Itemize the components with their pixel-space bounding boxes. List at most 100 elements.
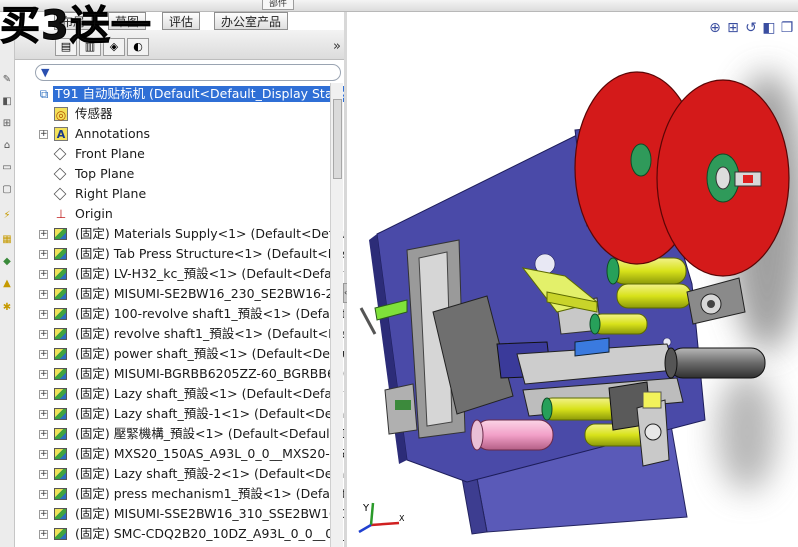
tree-item-label: (固定) SMC-CDQ2B20_10DZ_A93L_0_0__0__Cl [75, 526, 345, 541]
expand-toggle-icon[interactable]: + [39, 250, 48, 259]
tree-item-label: (固定) 100-revolve shaft1_預設<1> (Default< [75, 306, 345, 321]
tree-item-label: (固定) Tab Press Structure<1> (Default<Def [75, 246, 345, 261]
part-icon [54, 328, 67, 340]
tree-root-label: T91 自动贴标机 (Default<Default_Display State… [53, 86, 345, 102]
left-toolbar: ✎ ◧ ⊞ ⌂ ▭ ▢ ⚡ ▦ ◆ ▲ ✱ [0, 40, 15, 547]
tree-scrollbar[interactable] [330, 83, 343, 547]
expand-toggle-icon[interactable]: + [39, 370, 48, 379]
expand-toggle-icon[interactable]: + [39, 290, 48, 299]
tool-icon[interactable]: ⚡ [1, 210, 13, 222]
tool-icon[interactable]: ▢ [1, 184, 13, 196]
tree-item[interactable]: + (固定) Lazy shaft_預設<1> (Default<Default_… [35, 384, 345, 404]
part-icon [54, 488, 67, 500]
triad-x-label: X [399, 514, 405, 523]
plane-icon [53, 187, 67, 201]
expand-toggle-icon[interactable]: + [39, 270, 48, 279]
part-icon [54, 248, 67, 260]
tree-item-label: Right Plane [75, 186, 147, 201]
tree-item[interactable]: + (固定) MISUMI-SSE2BW16_310_SSE2BW16-3 [35, 504, 345, 524]
tool-icon[interactable]: ✱ [1, 302, 13, 314]
tool-icon[interactable]: ▦ [1, 234, 13, 246]
tree-item[interactable]: + (固定) Tab Press Structure<1> (Default<De… [35, 244, 345, 264]
tool-icon[interactable]: ▲ [1, 278, 13, 290]
tree-item[interactable]: + (固定) Lazy shaft_預設-1<1> (Default<Defaul [35, 404, 345, 424]
tree-item[interactable]: Right Plane [35, 184, 345, 204]
tree-item-label: Origin [75, 206, 113, 221]
plane-icon [53, 147, 67, 161]
expand-toggle-icon[interactable]: + [39, 310, 48, 319]
promo-overlay-text: 买3送一 [0, 3, 152, 49]
tree-item-label: (固定) revolve shaft1_預設<1> (Default<Defa [75, 326, 345, 341]
tree-item[interactable]: + (固定) LV-H32_kc_預設<1> (Default<Default_ [35, 264, 345, 284]
tree-item[interactable]: Front Plane [35, 144, 345, 164]
tree-item[interactable]: + (固定) SMC-CDQ2B20_10DZ_A93L_0_0__0__Cl [35, 524, 345, 544]
part-icon [54, 348, 67, 360]
part-icon [54, 288, 67, 300]
filter-icon[interactable]: ▼ [41, 66, 49, 80]
tool-icon[interactable]: ▭ [1, 162, 13, 174]
label-reels [574, 71, 790, 277]
scrollbar-thumb[interactable] [333, 99, 342, 179]
tree-item[interactable]: + A Annotations [35, 124, 345, 144]
expand-toggle-icon[interactable]: + [39, 490, 48, 499]
tree-root-assembly[interactable]: ⧉ T91 自动贴标机 (Default<Default_Display Stat… [35, 84, 345, 104]
tree-item-label: (固定) Lazy shaft_預設-1<1> (Default<Defaul [75, 406, 345, 421]
tree-item[interactable]: + (固定) Materials Supply<1> (Default<Defau… [35, 224, 345, 244]
tool-icon[interactable]: ◆ [1, 256, 13, 268]
tree-item[interactable]: + (固定) revolve shaft1_預設<1> (Default<Defa [35, 324, 345, 344]
expand-toggle-icon[interactable]: + [39, 410, 48, 419]
tree-item[interactable]: + (固定) 壓緊機構_預設<1> (Default<Default_Di [35, 424, 345, 444]
expand-toggle-icon[interactable]: + [39, 390, 48, 399]
tree-item[interactable]: Top Plane [35, 164, 345, 184]
topbar-tab[interactable]: 部件 [262, 0, 295, 10]
expand-toggle-icon[interactable]: + [39, 510, 48, 519]
expand-panel-icon[interactable]: » [333, 40, 341, 53]
tree-item-label: (固定) MXS20_150AS_A93L_0_0__MXS20-150. [75, 446, 345, 461]
triad-y-label: Y [362, 503, 370, 514]
tool-icon[interactable]: ⌂ [1, 140, 13, 152]
tree-item-label: (固定) Lazy shaft_預設-2<1> (Default<Defaul [75, 466, 345, 481]
origin-icon: ⊥ [55, 207, 67, 221]
tab-office-products[interactable]: 办公室产品 [214, 12, 289, 30]
tree-item-label: (固定) MISUMI-SSE2BW16_310_SSE2BW16-3 [75, 506, 345, 521]
expand-toggle-icon[interactable]: + [39, 530, 48, 539]
tree-item-label: (固定) MISUMI-SE2BW16_230_SE2BW16-230 [75, 286, 345, 301]
expand-toggle-icon[interactable]: + [39, 430, 48, 439]
tree-item-label: (固定) power shaft_預設<1> (Default<Defaul [75, 346, 345, 361]
x-axis-arrow [370, 521, 400, 527]
graphics-area[interactable]: ⊕ ⊞ ↺ ◧ ❐ Y X [347, 12, 798, 547]
tree-item[interactable]: + (固定) MISUMI-SE2BW16_230_SE2BW16-230 [35, 284, 345, 304]
tree-item[interactable]: ◎ 传感器 [35, 104, 345, 124]
tree-item-label: (固定) 壓緊機構_預設<1> (Default<Default_Di [75, 426, 345, 441]
tree-item[interactable]: + (固定) MXS20_150AS_A93L_0_0__MXS20-150. [35, 444, 345, 464]
z-axis-arrow [358, 523, 372, 534]
expand-toggle-icon[interactable]: + [39, 350, 48, 359]
tree-filter-input[interactable]: ▼ [35, 64, 341, 81]
tree-item[interactable]: ⊥ Origin [35, 204, 345, 224]
tool-icon[interactable]: ⊞ [1, 118, 13, 130]
expand-toggle-icon[interactable]: + [39, 130, 48, 139]
expand-toggle-icon[interactable]: + [39, 450, 48, 459]
tool-icon[interactable]: ✎ [1, 74, 13, 86]
expand-toggle-icon[interactable]: + [39, 330, 48, 339]
tree-item[interactable]: + (固定) 100-revolve shaft1_預設<1> (Default< [35, 304, 345, 324]
tab-evaluate[interactable]: 评估 [162, 12, 201, 30]
tree-item[interactable]: + (固定) Lazy shaft_預設-2<1> (Default<Defaul [35, 464, 345, 484]
tree-item[interactable]: + (固定) power shaft_預設<1> (Default<Defaul [35, 344, 345, 364]
part-icon [54, 308, 67, 320]
tool-icon[interactable]: ◧ [1, 96, 13, 108]
assembly-model[interactable] [347, 12, 798, 547]
feature-manager-panel: ▤ ▥ ◈ ◐ » ▼ ⧉ T91 自动贴标机 (Default<Default_… [15, 30, 345, 547]
expand-toggle-icon[interactable]: + [39, 230, 48, 239]
tree-item-label: Front Plane [75, 146, 145, 161]
tree-item[interactable]: + (固定) press mechanism1_預設<1> (Default< [35, 484, 345, 504]
solidworks-window: 部件 买3送一 布局 草图 评估 办公室产品 ✎ ◧ ⊞ ⌂ ▭ ▢ ⚡ ▦ ◆… [0, 0, 798, 547]
sensor-icon: ◎ [54, 107, 68, 122]
expand-toggle-icon[interactable]: + [39, 470, 48, 479]
part-icon [54, 528, 67, 540]
part-icon [54, 448, 67, 460]
tree-item[interactable]: + (固定) MISUMI-BGRBB6205ZZ-60_BGRBB620 [35, 364, 345, 384]
assembly-icon: ⧉ [39, 87, 49, 101]
y-axis-arrow [369, 502, 375, 526]
tree-item-label: (固定) Lazy shaft_預設<1> (Default<Default_l [75, 386, 345, 401]
